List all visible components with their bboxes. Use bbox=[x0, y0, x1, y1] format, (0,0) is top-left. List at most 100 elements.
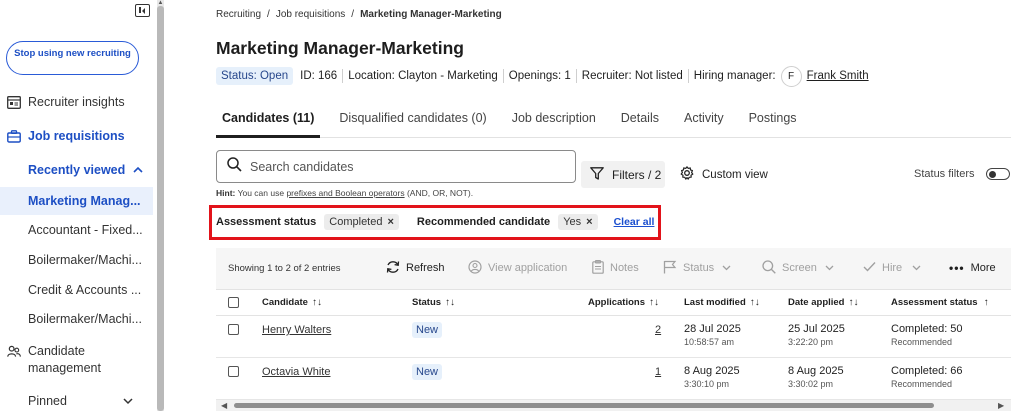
notes-button[interactable]: Notes bbox=[592, 259, 639, 277]
hire-label: Hire bbox=[882, 262, 903, 274]
close-icon[interactable]: × bbox=[586, 216, 592, 228]
filters-button[interactable]: Filters / 2 bbox=[581, 161, 665, 188]
assessment-status: Completed: 50 Recommended bbox=[891, 323, 963, 347]
filter-icon bbox=[590, 166, 604, 183]
scroll-left-arrow-icon[interactable]: ◀ bbox=[221, 401, 227, 410]
view-application-label: View application bbox=[488, 262, 568, 274]
candidate-name-link[interactable]: Octavia White bbox=[262, 366, 330, 378]
table-row[interactable]: Henry Walters New 2 28 Jul 2025 10:58:57 … bbox=[216, 316, 1011, 358]
req-location: Location: Clayton - Marketing bbox=[342, 69, 503, 83]
screen-dropdown[interactable]: Screen bbox=[762, 259, 834, 277]
recent-item-boilermaker-1[interactable]: Boilermaker/Machi... bbox=[28, 253, 143, 267]
hiring-manager-label: Hiring manager: bbox=[687, 69, 776, 83]
sidebar-item-label: Recently viewed bbox=[28, 163, 126, 177]
chevron-down-icon bbox=[123, 394, 133, 408]
sidebar-item-label: Pinned bbox=[28, 394, 67, 408]
chip-value: Completed bbox=[329, 216, 383, 228]
stop-new-recruiting-button[interactable]: Stop using new recruiting bbox=[6, 41, 139, 75]
row-checkbox[interactable] bbox=[228, 366, 239, 377]
col-label: Last modified bbox=[684, 297, 746, 308]
status-label: Status bbox=[683, 262, 715, 274]
tab-postings[interactable]: Postings bbox=[743, 108, 803, 138]
date-applied: 8 Aug 2025 3:30:02 pm bbox=[788, 365, 844, 389]
hire-dropdown[interactable]: Hire bbox=[863, 261, 921, 275]
col-date-applied[interactable]: Date applied ↑↓ bbox=[788, 297, 859, 308]
assessment-value: Completed: 66 bbox=[891, 365, 963, 377]
date: 8 Aug 2025 bbox=[684, 365, 740, 377]
row-checkbox[interactable] bbox=[228, 324, 239, 335]
people-icon bbox=[7, 344, 21, 358]
time: 10:58:57 am bbox=[684, 337, 735, 347]
sort-icon: ↑↓ bbox=[649, 297, 660, 308]
assessment-status: Completed: 66 Recommended bbox=[891, 365, 963, 389]
applications-link[interactable]: 1 bbox=[655, 366, 661, 378]
view-application-button[interactable]: View application bbox=[468, 259, 568, 277]
collapse-sidebar-icon[interactable] bbox=[135, 4, 150, 17]
status-dropdown[interactable]: Status bbox=[663, 260, 731, 277]
applications-link[interactable]: 2 bbox=[655, 324, 661, 336]
tab-candidates[interactable]: Candidates (11) bbox=[216, 108, 321, 138]
scroll-right-arrow-icon[interactable]: ▶ bbox=[998, 401, 1004, 410]
breadcrumb: Recruiting / Job requisitions / Marketin… bbox=[216, 9, 502, 20]
col-last-modified[interactable]: Last modified ↑↓ bbox=[684, 297, 760, 308]
boolean-operators-link[interactable]: prefixes and Boolean operators bbox=[286, 188, 404, 198]
hiring-manager-link[interactable]: Frank Smith bbox=[807, 70, 869, 82]
sidebar-item-job-requisitions[interactable]: Job requisitions bbox=[0, 129, 155, 143]
tab-activity[interactable]: Activity bbox=[678, 108, 730, 138]
chevron-down-icon bbox=[825, 262, 834, 274]
select-all-checkbox[interactable] bbox=[228, 297, 239, 308]
col-applications[interactable]: Applications ↑↓ bbox=[588, 297, 659, 308]
tab-job-description[interactable]: Job description bbox=[506, 108, 602, 138]
sidebar-item-recruiter-insights[interactable]: Recruiter insights bbox=[0, 95, 155, 109]
col-candidate[interactable]: Candidate ↑↓ bbox=[262, 297, 322, 308]
more-button[interactable]: ••• More bbox=[949, 261, 996, 275]
sidebar-scrollbar-thumb[interactable] bbox=[157, 6, 164, 411]
refresh-button[interactable]: Refresh bbox=[386, 260, 445, 277]
more-label: More bbox=[970, 262, 996, 274]
breadcrumb-current: Marketing Manager-Marketing bbox=[360, 9, 502, 20]
breadcrumb-job-requisitions[interactable]: Job requisitions bbox=[276, 9, 345, 20]
date: 25 Jul 2025 bbox=[788, 323, 845, 335]
requisition-meta: Status: Open ID: 166 Location: Clayton -… bbox=[216, 65, 869, 87]
req-id: ID: 166 bbox=[300, 70, 338, 82]
breadcrumb-separator: / bbox=[351, 9, 355, 20]
tab-details[interactable]: Details bbox=[615, 108, 665, 138]
flag-icon bbox=[663, 260, 677, 277]
page-title: Marketing Manager-Marketing bbox=[216, 38, 464, 58]
table-row[interactable]: Octavia White New 1 8 Aug 2025 3:30:10 pm… bbox=[216, 358, 1011, 400]
breadcrumb-recruiting[interactable]: Recruiting bbox=[216, 9, 261, 20]
sidebar-item-pinned[interactable]: Pinned bbox=[0, 394, 155, 408]
tab-disqualified[interactable]: Disqualified candidates (0) bbox=[333, 108, 492, 138]
status-filters-toggle[interactable] bbox=[986, 168, 1010, 180]
date: 28 Jul 2025 bbox=[684, 323, 741, 335]
clear-all-link[interactable]: Clear all bbox=[614, 216, 655, 228]
col-status[interactable]: Status ↑↓ bbox=[412, 297, 455, 308]
recent-item-boilermaker-2[interactable]: Boilermaker/Machi... bbox=[28, 312, 143, 326]
table-header: Candidate ↑↓ Status ↑↓ Applications ↑↓ Last… bbox=[216, 289, 1011, 316]
sidebar-item-recently-viewed[interactable]: Recently viewed bbox=[0, 163, 155, 177]
briefcase-icon bbox=[7, 129, 21, 143]
req-recruiter: Recruiter: Not listed bbox=[575, 69, 688, 83]
recent-item-credit-accounts[interactable]: Credit & Accounts ... bbox=[28, 283, 143, 297]
notes-label: Notes bbox=[610, 262, 639, 274]
recent-item-marketing-manager[interactable]: Marketing Manag... bbox=[28, 194, 143, 208]
col-assessment-status[interactable]: Assessment status ↑ bbox=[891, 297, 989, 308]
sort-icon: ↑↓ bbox=[311, 297, 322, 308]
horizontal-scrollbar-thumb[interactable] bbox=[234, 403, 934, 408]
col-label: Date applied bbox=[788, 297, 845, 308]
custom-view-button[interactable]: Custom view bbox=[680, 166, 768, 183]
filters-label: Filters / 2 bbox=[612, 167, 662, 182]
time: 3:30:02 pm bbox=[788, 379, 834, 389]
close-icon[interactable]: × bbox=[387, 216, 393, 228]
recent-item-accountant[interactable]: Accountant - Fixed... bbox=[28, 223, 143, 237]
recommended-filter-label: Recommended candidate bbox=[416, 216, 551, 228]
active-filters: Assessment status Completed × Recommende… bbox=[216, 212, 654, 232]
dashboard-icon bbox=[7, 95, 21, 109]
candidate-name-link[interactable]: Henry Walters bbox=[262, 324, 331, 336]
scroll-up-arrow-icon[interactable]: ▲ bbox=[157, 0, 164, 6]
search-input[interactable] bbox=[250, 159, 550, 174]
sidebar-item-candidate-management[interactable]: Candidate management bbox=[0, 343, 155, 377]
assessment-filter-chip: Completed × bbox=[324, 214, 399, 230]
gear-icon bbox=[680, 166, 694, 183]
refresh-icon bbox=[386, 260, 400, 277]
